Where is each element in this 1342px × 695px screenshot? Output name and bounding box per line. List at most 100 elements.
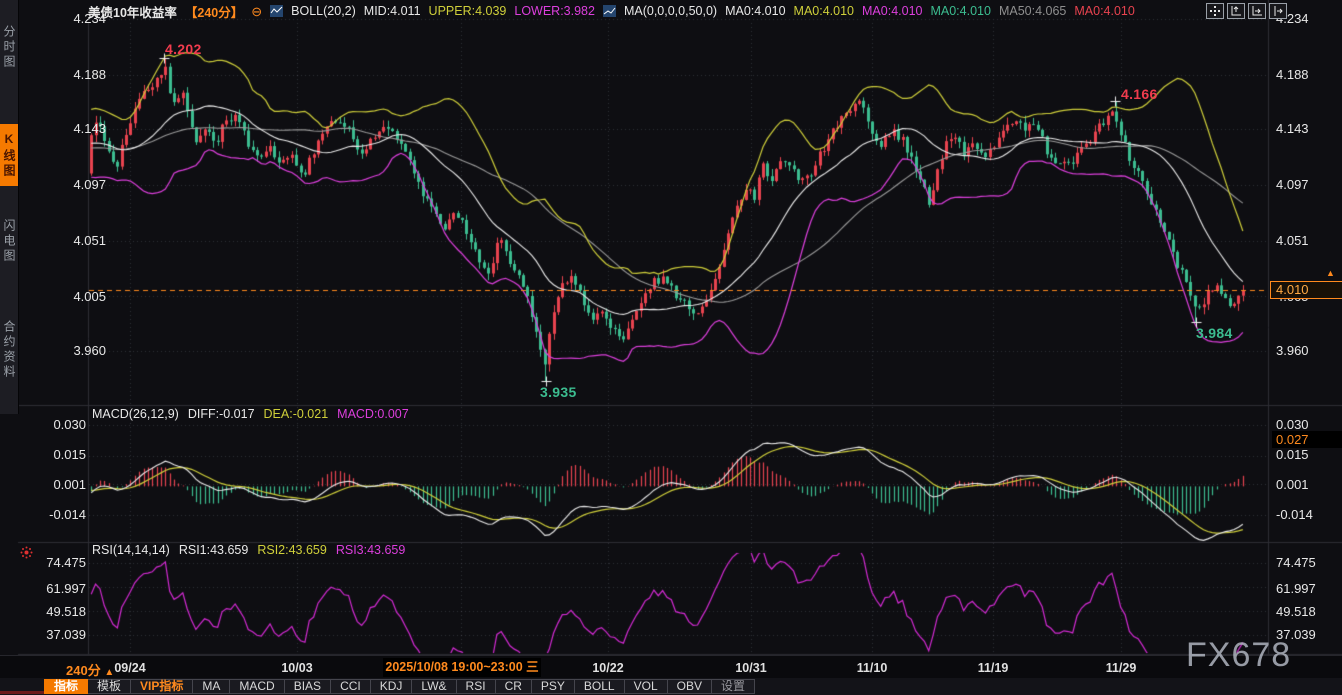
main-axis-right-3: 4.097 (1276, 177, 1309, 193)
ma0-value-2: MA0:4.010 (794, 4, 854, 18)
indicator-toolbar: 指标 模板 VIP指标 MA MACD BIAS CCI KDJ LW& RSI… (0, 678, 1342, 695)
macd-value-tag: 0.027 (1272, 431, 1342, 448)
sidebar-tab-kline-chart[interactable]: K线图 (0, 124, 18, 186)
main-axis-right-4: 4.051 (1276, 233, 1309, 249)
boll-lower-value: LOWER:3.982 (514, 4, 595, 18)
rsi-axis-left-3: 37.039 (14, 627, 86, 643)
boll-label: BOLL(20,2) (291, 4, 356, 18)
rsi-axis-left-1: 61.997 (14, 581, 86, 597)
macd-axis-left-1: 0.015 (14, 447, 86, 463)
shift-right-icon[interactable] (1269, 3, 1287, 19)
ma-indicator-icon (603, 5, 616, 17)
main-axis-right-2: 4.143 (1276, 121, 1309, 137)
toolbar-tab-macd[interactable]: MACD (230, 679, 284, 694)
chart-controls (1206, 3, 1287, 19)
boll-mid-value: MID:4.011 (364, 4, 421, 18)
collapse-icon[interactable]: ⊖ (251, 5, 262, 18)
period-dropdown-icon: ▲ (104, 667, 114, 678)
main-axis-left-2: 4.143 (28, 121, 106, 137)
low-annotation-1: 3.935 (540, 384, 577, 400)
move-tool-icon[interactable] (1206, 3, 1224, 19)
boll-upper-value: UPPER:4.039 (429, 4, 507, 18)
sidebar-tab-contract-info[interactable]: 合约资料 (0, 296, 18, 404)
zoom-vertical-icon[interactable] (1227, 3, 1245, 19)
sidebar-tab-label: K线图 (2, 132, 16, 179)
rsi2-value: RSI2:43.659 (257, 543, 327, 559)
macd-axis-right-3: -0.014 (1276, 507, 1313, 523)
period-label[interactable]: 【240分】 (185, 2, 243, 21)
date-tick-0: 09/24 (114, 661, 145, 675)
date-tick-4: 11/10 (857, 661, 888, 675)
ma0-value-1: MA0:4.010 (725, 4, 785, 18)
chart-canvas[interactable] (0, 0, 1342, 695)
toolbar-tab-bias[interactable]: BIAS (285, 679, 331, 694)
toolbar-tab-kdj[interactable]: KDJ (371, 679, 413, 694)
rsi-axis-right-0: 74.475 (1276, 555, 1316, 571)
macd-axis-left-3: -0.014 (14, 507, 86, 523)
macd-diff-value: DIFF:-0.017 (188, 407, 255, 423)
toolbar-tab-cr[interactable]: CR (496, 679, 532, 694)
bottom-left-stripe (0, 691, 44, 694)
macd-axis-right-2: 0.001 (1276, 477, 1309, 493)
toolbar-tab-rsi[interactable]: RSI (457, 679, 496, 694)
period-text: 240分 (66, 663, 101, 678)
rsi-axis-left-2: 49.518 (14, 604, 86, 620)
toolbar-tab-boll[interactable]: BOLL (575, 679, 625, 694)
sidebar-tab-label: 合约资料 (2, 320, 16, 380)
indicator-settings-icon[interactable] (20, 546, 33, 564)
zoom-horizontal-icon[interactable] (1248, 3, 1266, 19)
main-axis-left-3: 4.097 (28, 177, 106, 193)
toolbar-tab-indicator[interactable]: 指标 (44, 679, 88, 694)
macd-label: MACD(26,12,9) (92, 407, 179, 423)
date-tick-3: 10/31 (735, 661, 766, 675)
date-tick-1: 10/03 (281, 661, 312, 675)
main-axis-right-6: 3.960 (1276, 343, 1309, 359)
rsi-panel-header: RSI(14,14,14) RSI1:43.659 RSI2:43.659 RS… (92, 543, 405, 559)
toolbar-tab-psy[interactable]: PSY (532, 679, 575, 694)
date-tick-6: 11/29 (1106, 661, 1137, 675)
macd-dea-value: DEA:-0.021 (264, 407, 329, 423)
toolbar-tab-ma[interactable]: MA (193, 679, 230, 694)
main-axis-left-4: 4.051 (28, 233, 106, 249)
toolbar-tab-vip-indicator[interactable]: VIP指标 (131, 679, 193, 694)
ma0-value-5: MA0:4.010 (1074, 4, 1134, 18)
toolbar-tab-template[interactable]: 模板 (88, 679, 131, 694)
chart-header: 美债10年收益率 【240分】 ⊖ BOLL(20,2) MID:4.011 U… (88, 2, 1135, 20)
high-annotation-1: 4.202 (165, 41, 202, 57)
toolbar-tab-obv[interactable]: OBV (668, 679, 712, 694)
rsi-axis-right-2: 49.518 (1276, 604, 1316, 620)
rsi-label: RSI(14,14,14) (92, 543, 170, 559)
date-tick-2: 10/22 (592, 661, 623, 675)
main-axis-left-5: 4.005 (28, 289, 106, 305)
page-title: 美债10年收益率 (88, 2, 177, 21)
macd-axis-left-0: 0.030 (14, 417, 86, 433)
ma-label: MA(0,0,0,0,50,0) (624, 4, 717, 18)
rsi1-value: RSI1:43.659 (179, 543, 249, 559)
sidebar-tab-time-chart[interactable]: 分时图 (0, 6, 18, 88)
toolbar-tab-lw[interactable]: LW& (412, 679, 456, 694)
sidebar-tab-label: 分时图 (2, 25, 16, 70)
rsi3-value: RSI3:43.659 (336, 543, 406, 559)
low-annotation-2: 3.984 (1196, 325, 1233, 341)
rsi-axis-right-1: 61.997 (1276, 581, 1316, 597)
toolbar-tab-vol[interactable]: VOL (625, 679, 668, 694)
ma0-value-4: MA0:4.010 (930, 4, 990, 18)
main-axis-left-1: 4.188 (28, 67, 106, 83)
time-axis: 240分 ▲ 09/24 10/03 10/22 10/31 11/10 11/… (0, 655, 1342, 679)
toolbar-tab-settings[interactable]: 设置 (712, 679, 755, 694)
macd-axis-left-2: 0.001 (14, 477, 86, 493)
price-tag-arrow-icon: ▲ (1326, 268, 1335, 278)
selected-candle-time: 2025/10/08 19:00~23:00 三 (383, 658, 541, 677)
sidebar: 分时图 K线图 闪电图 合约资料 (0, 0, 19, 414)
macd-panel-header: MACD(26,12,9) DIFF:-0.017 DEA:-0.021 MAC… (92, 407, 409, 423)
ma0-value-3: MA0:4.010 (862, 4, 922, 18)
toolbar-tab-cci[interactable]: CCI (331, 679, 371, 694)
sidebar-tab-label: 闪电图 (2, 219, 16, 264)
last-price-tag: 4.010 (1270, 281, 1342, 299)
macd-axis-right-1: 0.015 (1276, 447, 1309, 463)
trading-app: { "colors":{"up":"#e8434f","down":"#3cbd… (0, 0, 1342, 695)
watermark: FX678 (1186, 636, 1291, 675)
period-selector[interactable]: 240分 ▲ (66, 660, 114, 679)
macd-hist-value: MACD:0.007 (337, 407, 409, 423)
sidebar-tab-lightning-chart[interactable]: 闪电图 (0, 198, 18, 284)
